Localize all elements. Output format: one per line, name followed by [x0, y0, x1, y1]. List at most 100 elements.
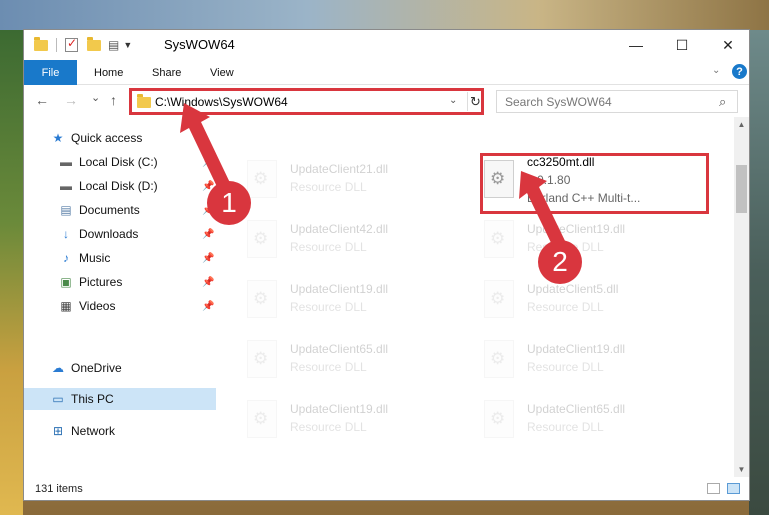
- tab-file[interactable]: File: [24, 60, 77, 85]
- file-name: UpdateClient5.dll: [527, 282, 619, 296]
- pin-icon: 📌: [202, 252, 215, 264]
- desktop-wallpaper-left: [0, 30, 23, 515]
- scrollbar-thumb[interactable]: [736, 165, 747, 213]
- dll-file-icon: [484, 340, 514, 378]
- toolbar-divider: [56, 38, 57, 52]
- dll-file-icon: [484, 280, 514, 318]
- sidebar-item-label: Quick access: [71, 131, 143, 145]
- file-tile[interactable]: UpdateClient42.dll Resource DLL: [217, 212, 442, 264]
- details-view-icon[interactable]: [707, 483, 720, 494]
- sidebar-item-label: Local Disk (C:): [79, 155, 158, 169]
- pin-icon: 📌: [202, 228, 215, 240]
- documents-icon: ▤: [60, 203, 72, 217]
- computer-icon: ▭: [52, 392, 64, 406]
- file-description: Resource DLL: [527, 300, 604, 314]
- window-title: SysWOW64: [164, 37, 235, 52]
- file-description: Resource DLL: [527, 360, 604, 374]
- file-name: UpdateClient19.dll: [527, 342, 626, 356]
- sidebar-item-label: OneDrive: [71, 361, 122, 375]
- sidebar-item-music[interactable]: ♪ Music 📌: [24, 247, 216, 269]
- back-button[interactable]: ←: [35, 92, 49, 108]
- pin-icon: 📌: [202, 276, 215, 288]
- sidebar-item-onedrive[interactable]: ☁ OneDrive: [24, 357, 216, 379]
- dll-file-icon: [484, 220, 514, 258]
- status-bar: 131 items: [24, 477, 749, 500]
- sidebar-item-label: Pictures: [79, 275, 123, 289]
- file-description: Resource DLL: [290, 420, 367, 434]
- desktop-wallpaper-right: [749, 30, 769, 515]
- star-icon: ★: [52, 131, 64, 145]
- file-tile[interactable]: UpdateClient19.dll Resource DLL: [454, 332, 679, 384]
- file-explorer-window: ▤ ▼ SysWOW64 — ☐ ✕ File Home Share View …: [23, 29, 750, 501]
- file-description: Resource DLL: [290, 360, 367, 374]
- pictures-icon: ▣: [60, 275, 72, 289]
- tab-share[interactable]: Share: [152, 60, 181, 85]
- file-description: Resource DLL: [290, 180, 367, 194]
- dll-file-icon: [247, 400, 277, 438]
- sidebar-item-videos[interactable]: ▦ Videos 📌: [24, 295, 216, 317]
- tab-view[interactable]: View: [210, 60, 234, 85]
- forward-button[interactable]: →: [64, 92, 78, 108]
- file-tile[interactable]: UpdateClient21.dll Resource DLL: [217, 152, 442, 204]
- sidebar-item-label: Network: [71, 424, 116, 438]
- dll-file-icon: [247, 160, 277, 198]
- file-name: UpdateClient65.dll: [527, 402, 626, 416]
- scroll-down-icon[interactable]: ▼: [734, 462, 749, 477]
- file-description: Resource DLL: [527, 420, 604, 434]
- search-box[interactable]: Search SysWOW64 ⌕: [496, 90, 738, 113]
- step-1-badge: 1: [207, 181, 251, 225]
- sidebar-item-label: Music: [79, 251, 111, 265]
- dll-file-icon: [247, 220, 277, 258]
- tab-home[interactable]: Home: [94, 60, 123, 85]
- downloads-icon: ↓: [63, 227, 69, 241]
- arrow-shape: [180, 103, 232, 193]
- file-name: UpdateClient19.dll: [290, 402, 389, 416]
- search-icon[interactable]: ⌕: [719, 94, 726, 110]
- close-button[interactable]: ✕: [705, 30, 749, 60]
- properties-icon[interactable]: [65, 36, 78, 52]
- step-2-badge: 2: [538, 240, 582, 284]
- desktop-wallpaper-top: [0, 0, 769, 30]
- sidebar-item-pictures[interactable]: ▣ Pictures 📌: [24, 271, 216, 293]
- file-name: UpdateClient65.dll: [290, 342, 389, 356]
- maximize-button[interactable]: ☐: [659, 30, 705, 60]
- new-folder-icon[interactable]: [87, 36, 101, 51]
- scroll-up-icon[interactable]: ▲: [734, 117, 749, 132]
- videos-icon: ▦: [60, 299, 72, 313]
- dll-file-icon: [484, 400, 514, 438]
- file-tile[interactable]: UpdateClient19.dll Resource DLL: [217, 272, 442, 324]
- tiles-view-icon[interactable]: [727, 483, 740, 494]
- music-icon: ♪: [63, 251, 69, 265]
- sidebar-item-label: Documents: [79, 203, 140, 217]
- sidebar-item-label: This PC: [71, 392, 114, 406]
- pin-icon: 📌: [202, 300, 215, 312]
- search-input[interactable]: Search SysWOW64: [505, 95, 612, 109]
- sidebar-item-downloads[interactable]: ↓ Downloads 📌: [24, 223, 216, 245]
- item-count: 131 items: [35, 483, 83, 495]
- up-button[interactable]: ↑: [110, 92, 117, 108]
- qa-dropdown-icon[interactable]: ▼: [123, 40, 132, 50]
- arrow-shape: [519, 171, 567, 251]
- sidebar-item-network[interactable]: ⊞ Network: [24, 420, 216, 442]
- drive-icon: ▬: [60, 179, 72, 193]
- customize-icon[interactable]: ▤: [108, 38, 119, 52]
- vertical-scrollbar[interactable]: ▲ ▼: [734, 117, 749, 477]
- sidebar-item-this-pc[interactable]: ▭ This PC: [24, 388, 216, 410]
- sidebar-item-label: Downloads: [79, 227, 139, 241]
- minimize-button[interactable]: —: [613, 30, 659, 60]
- file-name: UpdateClient42.dll: [290, 222, 389, 236]
- file-description: Resource DLL: [290, 300, 367, 314]
- quick-access-toolbar: ▤ ▼: [34, 36, 132, 53]
- file-tile[interactable]: UpdateClient65.dll Resource DLL: [454, 392, 679, 444]
- recent-locations-button[interactable]: ⌄: [91, 91, 100, 104]
- file-tile[interactable]: UpdateClient19.dll Resource DLL: [217, 392, 442, 444]
- network-icon: ⊞: [52, 424, 64, 438]
- help-icon[interactable]: ?: [732, 64, 747, 79]
- drive-icon: ▬: [60, 155, 72, 169]
- title-bar: ▤ ▼ SysWOW64 — ☐ ✕: [24, 30, 749, 60]
- cloud-icon: ☁: [52, 361, 64, 375]
- dll-file-icon: [247, 340, 277, 378]
- file-tile[interactable]: UpdateClient65.dll Resource DLL: [217, 332, 442, 384]
- file-list: UpdateClient21.dll Resource DLL cc3250mt…: [217, 117, 734, 477]
- expand-ribbon-icon[interactable]: ⌄: [712, 65, 720, 76]
